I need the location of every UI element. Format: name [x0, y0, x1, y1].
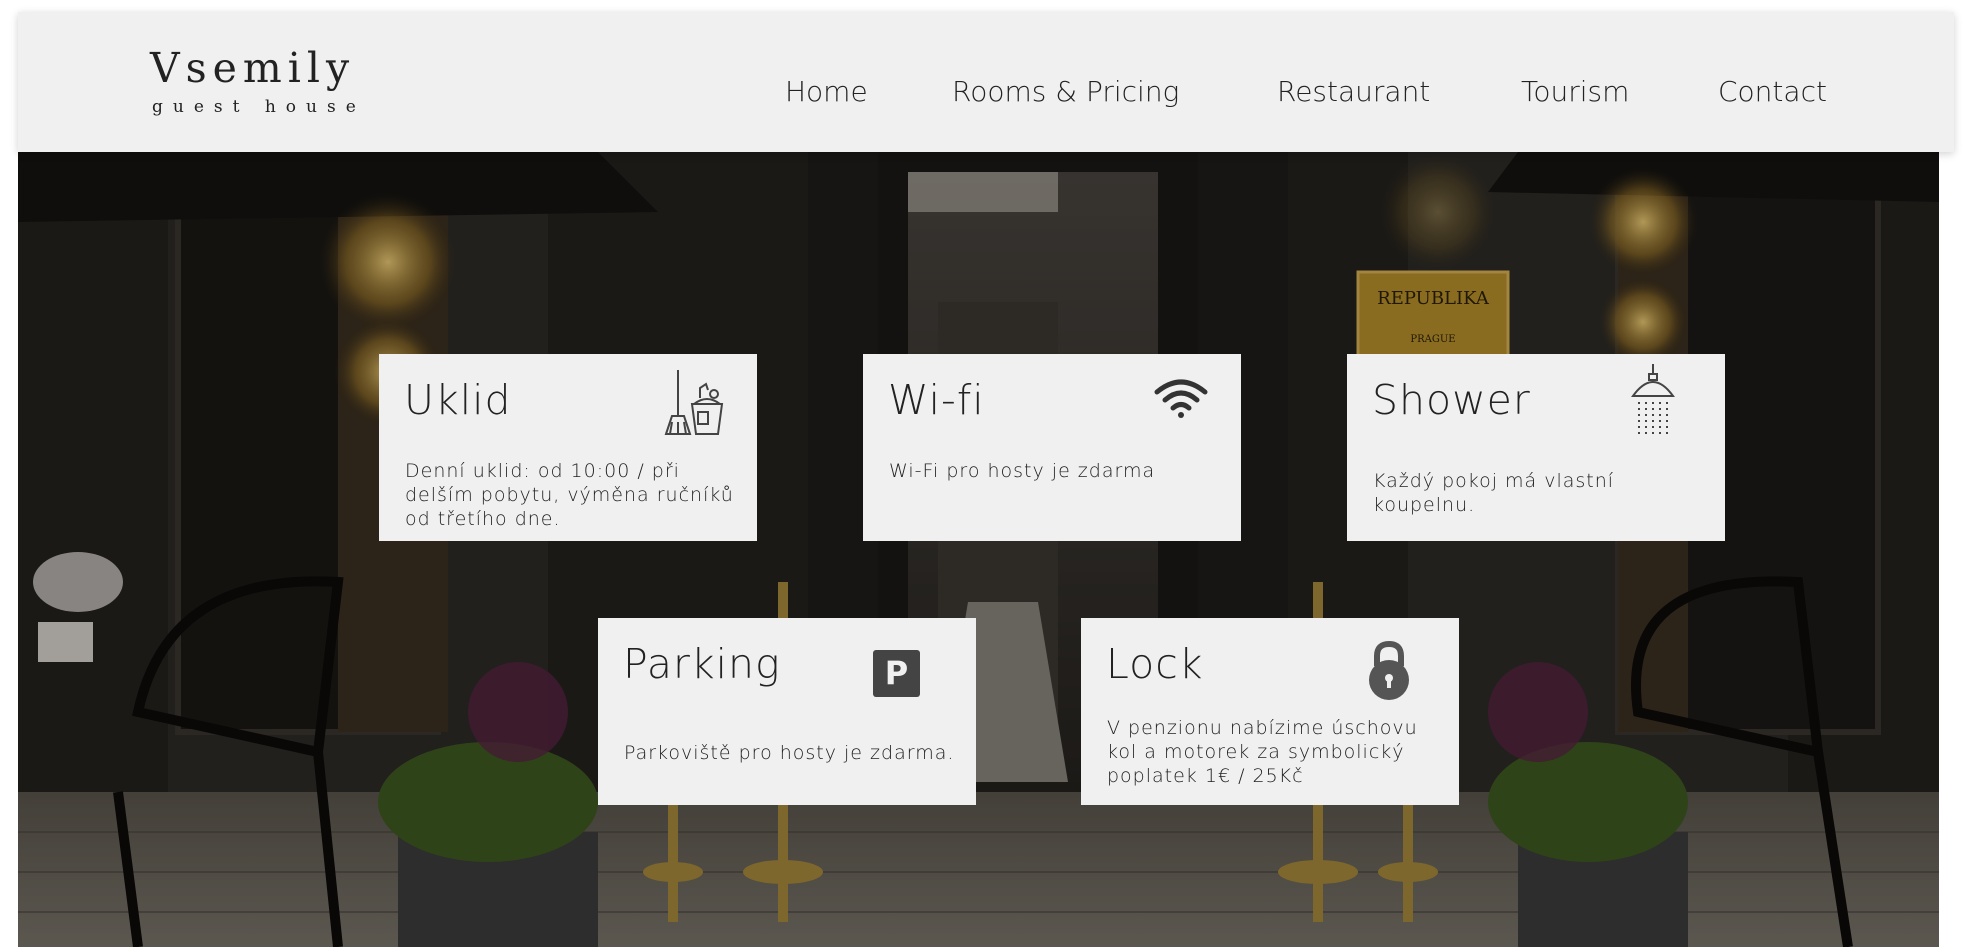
nav-rooms-pricing[interactable]: Rooms & Pricing — [952, 78, 1179, 106]
logo-title: Vsemily — [150, 44, 356, 92]
feature-card-shower: Shower Každý pokoj má vlastní koupelnu. — [1347, 354, 1725, 541]
nav-tourism[interactable]: Tourism — [1521, 78, 1629, 106]
site-header: Vsemily guest house Home Rooms & Pricing… — [18, 12, 1954, 152]
site-logo[interactable]: Vsemily guest house — [150, 44, 366, 118]
nav-restaurant[interactable]: Restaurant — [1277, 78, 1430, 106]
parking-letter: P — [873, 650, 920, 697]
nav-contact[interactable]: Contact — [1718, 78, 1827, 106]
feature-description: V penzionu nabízime úschovu kol a motore… — [1107, 717, 1418, 787]
logo-subtitle: guest house — [152, 97, 366, 117]
feature-title: Parking — [623, 640, 781, 688]
feature-description: Denní uklid: od 10:00 / při delším pobyt… — [405, 460, 734, 530]
feature-card-parking: Parking P Parkoviště pro hosty je zdarma… — [598, 618, 976, 805]
nav-home[interactable]: Home — [785, 78, 868, 106]
feature-title: Lock — [1106, 640, 1204, 688]
broom-bucket-icon — [656, 368, 726, 442]
feature-description: Každý pokoj má vlastní koupelnu. — [1373, 470, 1615, 516]
feature-description: Parkoviště pro hosty je zdarma. — [624, 742, 955, 764]
feature-card-lock: Lock V penzionu nabízime úschovu kol a m… — [1081, 618, 1459, 805]
feature-title: Shower — [1372, 376, 1531, 424]
feature-card-uklid: Uklid Denní uklid: od 10:00 / při delším… — [379, 354, 757, 541]
shower-icon — [1627, 362, 1679, 444]
lock-icon — [1366, 640, 1412, 704]
feature-card-wifi: Wi-fi Wi-Fi pro hosty je zdarma — [863, 354, 1241, 541]
feature-title: Uklid — [404, 376, 512, 424]
parking-icon: P — [873, 650, 920, 697]
feature-description: Wi-Fi pro hosty je zdarma — [889, 460, 1156, 482]
wifi-icon — [1153, 378, 1209, 424]
hero-background: REPUBLIKA PRAGUE Uklid Denní uklid: od 1… — [18, 152, 1939, 947]
hero-photo: REPUBLIKA PRAGUE — [18, 152, 1939, 947]
feature-title: Wi-fi — [888, 376, 985, 424]
